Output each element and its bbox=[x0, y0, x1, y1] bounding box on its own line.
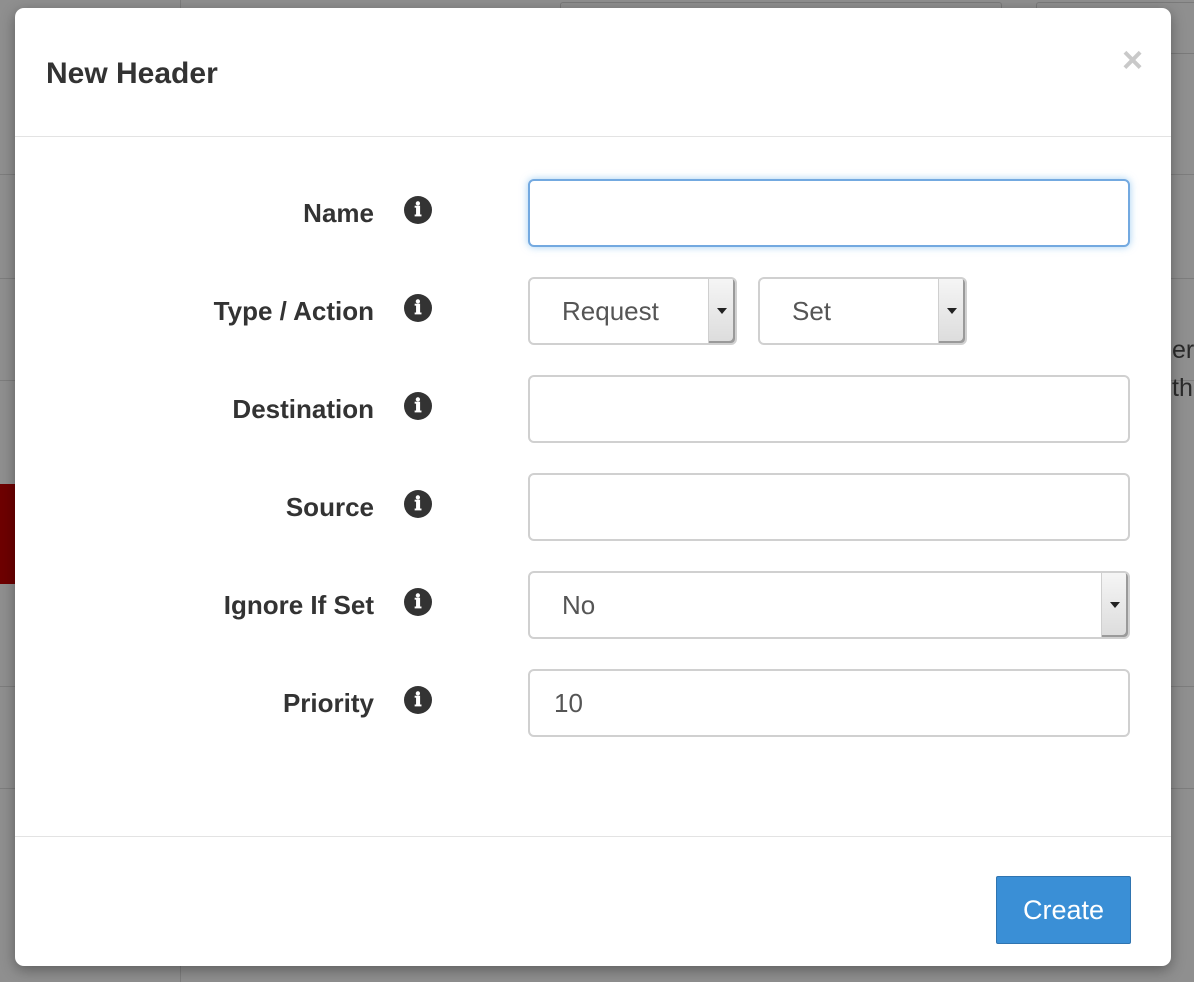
destination-input[interactable] bbox=[528, 375, 1130, 443]
form-row-type-action: Type / Action ℹ Request Set bbox=[15, 277, 1171, 345]
action-select[interactable]: Set bbox=[758, 277, 967, 345]
chevron-down-icon bbox=[938, 279, 965, 343]
modal-title: New Header bbox=[46, 57, 218, 90]
type-select[interactable]: Request bbox=[528, 277, 737, 345]
info-icon[interactable]: ℹ bbox=[404, 196, 432, 224]
name-input[interactable] bbox=[528, 179, 1130, 247]
priority-input[interactable]: 10 bbox=[528, 669, 1130, 737]
type-action-label: Type / Action bbox=[213, 296, 374, 326]
chevron-down-icon bbox=[708, 279, 735, 343]
form-row-source: Source ℹ bbox=[15, 473, 1171, 541]
new-header-modal: New Header × Name ℹ Type / Action ℹ Requ… bbox=[15, 8, 1171, 966]
form-row-destination: Destination ℹ bbox=[15, 375, 1171, 443]
info-icon[interactable]: ℹ bbox=[404, 686, 432, 714]
bg-red-bar bbox=[0, 484, 15, 584]
info-icon[interactable]: ℹ bbox=[404, 588, 432, 616]
info-icon[interactable]: ℹ bbox=[404, 490, 432, 518]
form-row-name: Name ℹ bbox=[15, 179, 1171, 247]
form-row-priority: Priority ℹ 10 bbox=[15, 669, 1171, 737]
type-select-value: Request bbox=[562, 296, 659, 326]
create-button[interactable]: Create bbox=[996, 876, 1131, 944]
chevron-down-icon bbox=[1101, 573, 1128, 637]
bg-text: th bbox=[1172, 374, 1193, 402]
source-input[interactable] bbox=[528, 473, 1130, 541]
info-icon[interactable]: ℹ bbox=[404, 294, 432, 322]
bg-text: er bbox=[1172, 336, 1194, 364]
name-label: Name bbox=[303, 198, 374, 228]
destination-label: Destination bbox=[232, 394, 374, 424]
ignore-if-set-value: No bbox=[562, 590, 596, 620]
modal-header: New Header × bbox=[15, 8, 1171, 137]
ignore-if-set-label: Ignore If Set bbox=[223, 590, 374, 620]
priority-label: Priority bbox=[282, 688, 374, 718]
info-icon[interactable]: ℹ bbox=[404, 392, 432, 420]
source-label: Source bbox=[285, 492, 374, 522]
modal-body: Name ℹ Type / Action ℹ Request Set Desti… bbox=[15, 137, 1171, 837]
ignore-if-set-select[interactable]: No bbox=[528, 571, 1130, 639]
form-row-ignore-if-set: Ignore If Set ℹ No bbox=[15, 571, 1171, 639]
close-icon[interactable]: × bbox=[1122, 42, 1143, 78]
action-select-value: Set bbox=[792, 296, 832, 326]
